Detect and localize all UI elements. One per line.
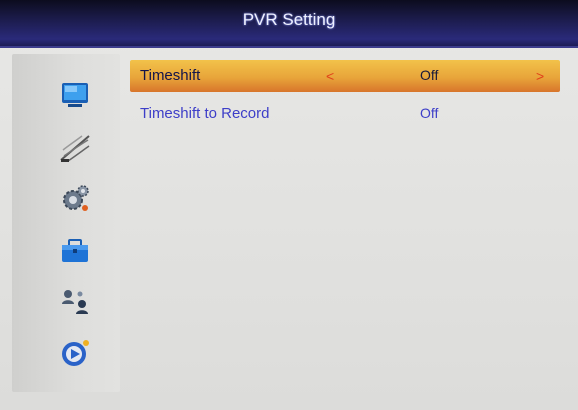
tv-menu-screen: PVR Setting Timeshift < Off > Timeshift … bbox=[0, 0, 578, 410]
page-title: PVR Setting bbox=[242, 10, 336, 29]
pvr-settings-list: Timeshift < Off > Timeshift to Record Of… bbox=[126, 54, 566, 392]
network-users-icon[interactable] bbox=[58, 284, 92, 318]
tv-screen-icon[interactable] bbox=[58, 78, 92, 112]
setting-value[interactable]: Off bbox=[420, 105, 438, 121]
setting-label: Timeshift bbox=[140, 67, 201, 84]
setting-value[interactable]: Off bbox=[420, 67, 438, 83]
chevron-right-icon[interactable]: > bbox=[536, 68, 544, 84]
setting-row-timeshift[interactable]: Timeshift < Off > bbox=[130, 60, 560, 92]
main-menu-sidebar bbox=[12, 54, 120, 392]
chevron-left-icon[interactable]: < bbox=[326, 68, 334, 84]
setting-label: Timeshift to Record bbox=[140, 105, 270, 122]
settings-gear-icon[interactable] bbox=[58, 182, 92, 216]
media-player-icon[interactable] bbox=[58, 336, 92, 370]
toolbox-icon[interactable] bbox=[58, 234, 92, 268]
title-bar: PVR Setting bbox=[0, 0, 578, 48]
satellite-dish-icon[interactable] bbox=[58, 130, 92, 164]
setting-row-timeshift-to-record[interactable]: Timeshift to Record Off bbox=[130, 98, 560, 130]
